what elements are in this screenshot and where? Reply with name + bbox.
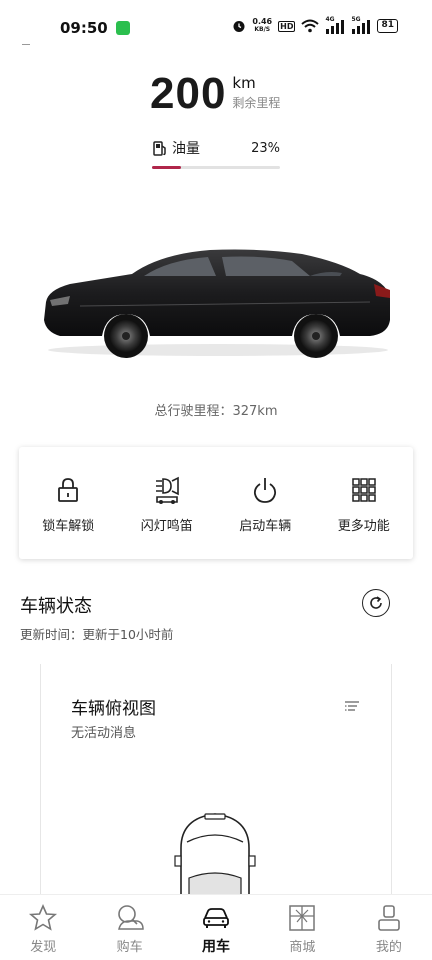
user-icon [378,905,400,931]
status-time: 09:50 [60,19,108,37]
network-speed-value: 0.46 [252,17,273,26]
nav-use-car-label: 用车 [202,939,231,955]
alarm-icon [233,21,245,32]
nav-buy-car[interactable]: 购车 [86,895,172,960]
refresh-icon [370,596,382,609]
nav-discover-label: 发现 [30,940,57,955]
nav-buy-car-label: 购车 [116,940,143,955]
nav-discover[interactable]: 发现 [0,895,86,960]
start-vehicle-button[interactable]: 启动车辆 [216,447,315,559]
nav-mine[interactable]: 我的 [346,895,432,960]
range-label: 剩余里程 [232,96,281,110]
star-icon [29,904,58,931]
nav-use-car[interactable]: 用车 [173,895,259,960]
lock-icon [58,478,79,502]
fuel-level: 油量 23% [152,138,280,169]
range-value: 200 [150,69,227,118]
fuel-percent: 23% [251,140,280,156]
battery-indicator: 81 [377,19,398,33]
nav-mall-label: 商城 [289,940,316,955]
network-speed: 0.46 KB/S [252,18,272,34]
fuel-pump-icon [153,140,166,156]
refresh-button[interactable] [362,589,390,617]
grid-icon [352,478,376,502]
range-unit: km [232,74,256,92]
car-app-screen: 09:50 0.46 KB/S HD 4G 5G 81 200 km 剩余里程 … [0,0,432,960]
top-view-title: 车辆俯视图 [71,699,156,719]
filter-list-icon[interactable] [345,700,361,714]
wifi-icon [301,19,320,33]
car-side-image [44,249,390,358]
lock-unlock-label: 锁车解锁 [42,519,95,534]
fuel-bar-fill [152,166,182,169]
nav-mall[interactable]: 商城 [259,895,345,960]
flash-horn-label: 闪灯鸣笛 [140,519,193,534]
signal-5g-label: 5G [351,16,361,23]
fuel-row: 油量 23% [152,138,280,158]
signal-5g-icon: 5G [351,16,371,34]
horn-lights-icon [155,476,179,504]
more-functions-button[interactable]: 更多功能 [315,447,414,559]
remaining-range: 200 km 剩余里程 [150,70,280,118]
car-top-view-image [174,813,256,904]
flash-horn-button[interactable]: 闪灯鸣笛 [118,447,217,559]
top-view-subtitle: 无活动消息 [71,726,137,741]
nav-mine-label: 我的 [375,940,402,955]
status-bar: 09:50 0.46 KB/S HD 4G 5G 81 [0,0,432,56]
gift-icon [289,905,316,931]
signal-4g-label: 4G [325,16,335,23]
fuel-label: 油量 [172,141,200,157]
quick-actions-card: 锁车解锁 闪灯鸣笛 启动车辆 更多功能 [19,447,413,559]
hd-badge: HD [278,20,296,32]
lock-unlock-button[interactable]: 锁车解锁 [19,447,118,559]
vehicle-top-view-card: 车辆俯视图 无活动消息 [40,664,392,904]
vehicle-status-title: 车辆状态 [20,596,92,617]
fuel-bar-track [152,166,280,169]
bottom-navigation: 发现 购车 用车 商城 我的 [0,894,432,960]
network-speed-unit: KB/S [254,26,271,33]
more-functions-label: 更多功能 [337,519,390,534]
start-vehicle-label: 启动车辆 [239,519,292,534]
car-icon [203,908,229,928]
search-car-icon [117,905,144,930]
divider [22,44,30,45]
app-notification-icon [115,21,130,35]
status-indicators: 0.46 KB/S HD 4G 5G 81 [232,16,398,34]
power-icon [254,478,277,503]
range-meta: km 剩余里程 [232,74,280,118]
total-mileage: 总行驶里程：327km [154,404,278,419]
update-time: 更新时间：更新于10小时前 [20,627,174,642]
signal-4g-icon: 4G [325,16,345,34]
